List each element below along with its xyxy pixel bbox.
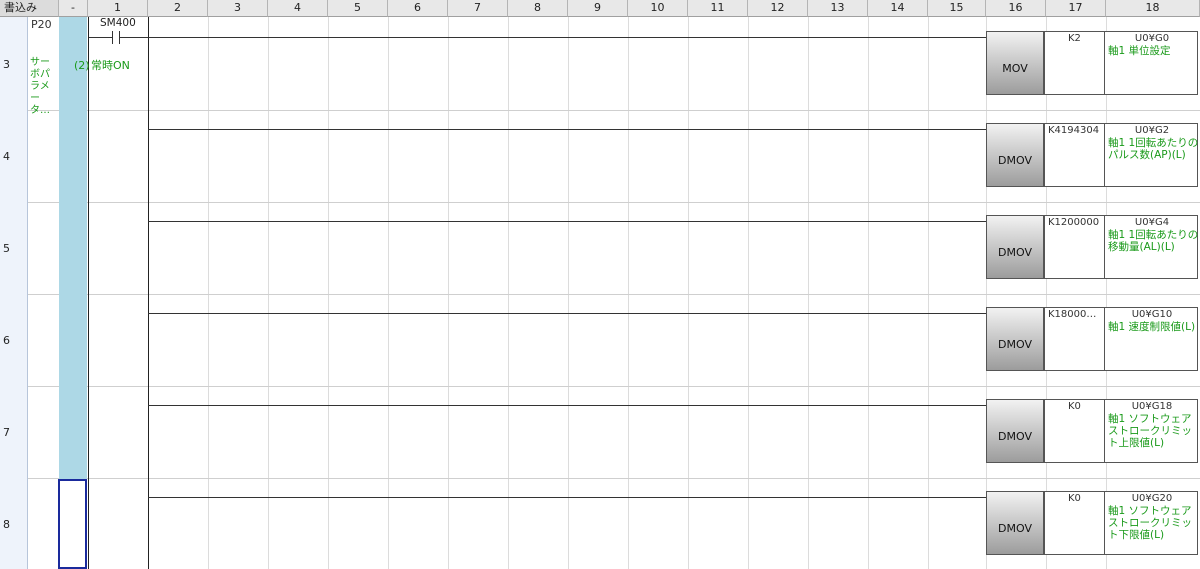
- grid-column-line: [928, 17, 929, 569]
- grid-column-line: [688, 17, 689, 569]
- destination-device: U0¥G18: [1131, 401, 1173, 412]
- instruction-dmov[interactable]: DMOV: [986, 123, 1044, 187]
- rung-wire: [148, 313, 986, 314]
- rung-wire: [148, 37, 986, 38]
- column-header-11: 11: [688, 0, 748, 17]
- source-operand: K0: [1068, 401, 1081, 412]
- instruction-label: DMOV: [998, 522, 1032, 535]
- step-number-cell[interactable]: 4: [0, 110, 28, 202]
- grid-column-line: [508, 17, 509, 569]
- destination-device: U0¥G20: [1131, 493, 1173, 504]
- source-operand: K1200000: [1048, 217, 1100, 228]
- step-number-cell[interactable]: 7: [0, 386, 28, 478]
- column-header-12: 12: [748, 0, 808, 17]
- column-header-10: 10: [628, 0, 688, 17]
- contact-comment: 常時ON: [91, 59, 130, 72]
- device-comment: 軸1 1回転あたりの移動量(AL)(L): [1108, 229, 1199, 253]
- rung-wire: [148, 221, 986, 222]
- step-number: 7: [3, 426, 10, 439]
- grid-column-line: [328, 17, 329, 569]
- grid-column-line: [748, 17, 749, 569]
- destination-device: U0¥G2: [1134, 125, 1170, 136]
- grid-column-line: [1106, 17, 1107, 569]
- step-number-cell[interactable]: 6: [0, 294, 28, 386]
- grid-column-line: [1046, 17, 1047, 569]
- grid-column-line: [986, 17, 987, 569]
- rung-wire: [148, 405, 986, 406]
- column-header-3: 3: [208, 0, 268, 17]
- grid-row-line: [0, 478, 1200, 479]
- grid-column-line: [808, 17, 809, 569]
- grid-row-line: [0, 386, 1200, 387]
- instruction-label: DMOV: [998, 246, 1032, 259]
- step-number: 4: [3, 150, 10, 163]
- instruction-dmov[interactable]: DMOV: [986, 215, 1044, 279]
- contact-device[interactable]: SM400: [100, 17, 136, 29]
- step-number: 8: [3, 517, 10, 531]
- grid-column-line: [268, 17, 269, 569]
- instruction-label: DMOV: [998, 154, 1032, 167]
- contact-comment-prefix: (2): [74, 59, 90, 72]
- source-operand: K18000…: [1048, 309, 1097, 320]
- column-header-7: 7: [448, 0, 508, 17]
- instruction-label: DMOV: [998, 338, 1032, 351]
- grid-column-line: [448, 17, 449, 569]
- step-number-cell[interactable]: 8: [0, 478, 28, 569]
- column-header-5: 5: [328, 0, 388, 17]
- grid-column-line: [388, 17, 389, 569]
- step-number-cell[interactable]: 3: [0, 17, 28, 110]
- source-operand: K2: [1068, 33, 1081, 44]
- contact-vertical-connector: [148, 17, 149, 569]
- pointer-label: P20: [31, 18, 52, 31]
- grid-row-line: [0, 202, 1200, 203]
- step-number: 6: [3, 334, 10, 347]
- rung-wire: [148, 497, 986, 498]
- instruction-mov[interactable]: MOV: [986, 31, 1044, 95]
- pointer-comment: サーボパラメータ…: [30, 57, 50, 116]
- column-header-17: 17: [1046, 0, 1106, 17]
- column-header-4: 4: [268, 0, 328, 17]
- column-header-9: 9: [568, 0, 628, 17]
- instruction-dmov[interactable]: DMOV: [986, 491, 1044, 555]
- contact-symbol[interactable]: [112, 31, 120, 44]
- cursor-cell[interactable]: [58, 479, 87, 569]
- mode-indicator: 書込み: [0, 0, 59, 17]
- column-header-16: 16: [986, 0, 1046, 17]
- step-number: 5: [3, 242, 10, 255]
- instruction-dmov[interactable]: DMOV: [986, 399, 1044, 463]
- column-header-15: 15: [928, 0, 986, 17]
- column-header-6: 6: [388, 0, 448, 17]
- device-comment: 軸1 1回転あたりのパルス数(AP)(L): [1108, 137, 1199, 161]
- column-header-14: 14: [868, 0, 928, 17]
- column-header-18: 18: [1106, 0, 1200, 17]
- instruction-dmov[interactable]: DMOV: [986, 307, 1044, 371]
- instruction-label: MOV: [1002, 62, 1028, 75]
- source-operand: K0: [1068, 493, 1081, 504]
- step-number: 3: [3, 57, 10, 71]
- device-comment: 軸1 単位設定: [1108, 45, 1171, 57]
- left-bus-bar: [88, 17, 89, 569]
- grid-column-line: [628, 17, 629, 569]
- grid-row-line: [0, 294, 1200, 295]
- grid-column-line: [208, 17, 209, 569]
- column-header-dropdown[interactable]: -: [59, 0, 88, 17]
- column-header-1: 1: [88, 0, 148, 17]
- device-comment: 軸1 ソフトウェアストロークリミット上限値(L): [1108, 413, 1192, 449]
- destination-device: U0¥G10: [1131, 309, 1173, 320]
- step-number-cell[interactable]: 5: [0, 202, 28, 294]
- instruction-label: DMOV: [998, 430, 1032, 443]
- column-header-8: 8: [508, 0, 568, 17]
- rung-wire: [148, 129, 986, 130]
- grid-row-line: [0, 110, 1200, 111]
- device-comment: 軸1 ソフトウェアストロークリミット下限値(L): [1108, 505, 1192, 541]
- destination-device: U0¥G0: [1134, 33, 1170, 44]
- source-operand: K4194304: [1048, 125, 1100, 136]
- grid-column-line: [568, 17, 569, 569]
- grid-column-line: [868, 17, 869, 569]
- destination-device: U0¥G4: [1134, 217, 1170, 228]
- device-comment: 軸1 速度制限値(L): [1108, 321, 1196, 333]
- column-header-13: 13: [808, 0, 868, 17]
- column-header-2: 2: [148, 0, 208, 17]
